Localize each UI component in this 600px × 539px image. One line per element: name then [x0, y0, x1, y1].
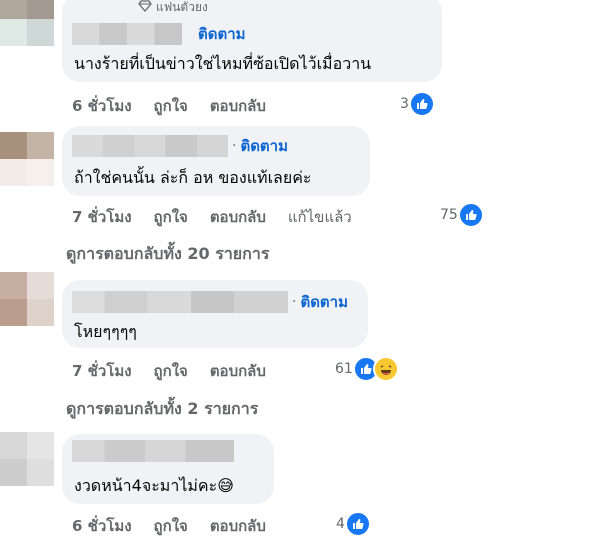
edited-label[interactable]: แก้ไขแล้ว [288, 205, 352, 229]
comment-bubble: แฟนตัวยง ติดตาม นางร้ายที่เป็นข่าวใช่ไหม… [62, 0, 442, 82]
comment-text: นางร้ายที่เป็นข่าวใช่ไหมที่ซ้อเปิดไว้เมื… [74, 54, 372, 73]
like-button[interactable]: ถูกใจ [154, 359, 188, 383]
blurred-name[interactable] [72, 440, 234, 462]
avatar[interactable] [0, 432, 54, 486]
timestamp[interactable]: 7 ชั่วโมง [72, 359, 132, 383]
reply-button[interactable]: ตอบกลับ [210, 359, 266, 383]
timestamp[interactable]: 7 ชั่วโมง [72, 205, 132, 229]
avatar[interactable] [0, 0, 54, 46]
timestamp[interactable]: 6 ชั่วโมง [72, 94, 132, 118]
top-fan-badge: แฟนตัวยง [138, 0, 208, 17]
avatar[interactable] [0, 272, 54, 326]
reply-button[interactable]: ตอบกลับ [210, 514, 266, 538]
commenter-name-row [72, 440, 234, 462]
comment-actions: 6 ชั่วโมง ถูกใจ ตอบกลับ [72, 514, 288, 538]
comment-actions: 7 ชั่วโมง ถูกใจ ตอบกลับ [72, 359, 288, 383]
blurred-name[interactable] [72, 135, 228, 157]
reaction-count[interactable]: 61 [335, 356, 399, 382]
comment-actions: 7 ชั่วโมง ถูกใจ ตอบกลับ แก้ไขแล้ว [72, 205, 374, 229]
like-reaction-icon [344, 511, 371, 537]
comment-text: ถ้าใช่คนนั้น ล่ะก็ อห ของแท้เลยค่ะ [74, 168, 312, 187]
avatar[interactable] [0, 132, 54, 186]
view-replies-link[interactable]: ดูการตอบกลับทั้ง 20 รายการ [66, 242, 269, 267]
reaction-count[interactable]: 4 [336, 511, 371, 537]
comment-actions: 6 ชั่วโมง ถูกใจ ตอบกลับ [72, 94, 288, 118]
comment-text: โหยๆๆๆๆ [74, 322, 137, 341]
separator-dot: · [232, 138, 237, 154]
follow-link[interactable]: ติดตาม [300, 290, 348, 314]
comment-text: งวดหน้า4จะมาไม่คะ😅 [74, 476, 234, 495]
blurred-name[interactable] [72, 23, 182, 45]
like-button[interactable]: ถูกใจ [154, 94, 188, 118]
like-reaction-icon [457, 202, 484, 228]
comment-bubble: งวดหน้า4จะมาไม่คะ😅 [62, 434, 274, 504]
separator-dot: · [292, 294, 297, 310]
comment-bubble: · ติดตาม โหยๆๆๆๆ [62, 280, 368, 348]
follow-link[interactable]: ติดตาม [240, 134, 288, 158]
like-button[interactable]: ถูกใจ [154, 514, 188, 538]
badge-label: แฟนตัวยง [156, 0, 208, 14]
timestamp[interactable]: 6 ชั่วโมง [72, 514, 132, 538]
reply-button[interactable]: ตอบกลับ [210, 94, 266, 118]
reply-button[interactable]: ตอบกลับ [210, 205, 266, 229]
like-reaction-icon [408, 91, 435, 117]
diamond-icon [138, 0, 152, 15]
reaction-count[interactable]: 3 [400, 91, 435, 117]
view-replies-link[interactable]: ดูการตอบกลับทั้ง 2 รายการ [66, 397, 258, 422]
commenter-name-row: ติดตาม [72, 22, 246, 46]
like-button[interactable]: ถูกใจ [154, 205, 188, 229]
commenter-name-row: · ติดตาม [72, 290, 348, 314]
commenter-name-row: · ติดตาม [72, 134, 288, 158]
comment-bubble: · ติดตาม ถ้าใช่คนนั้น ล่ะก็ อห ของแท้เลย… [62, 126, 370, 196]
blurred-name[interactable] [72, 291, 288, 313]
reaction-count[interactable]: 75 [440, 202, 484, 228]
follow-link[interactable]: ติดตาม [198, 22, 246, 46]
haha-reaction-icon [372, 356, 399, 382]
